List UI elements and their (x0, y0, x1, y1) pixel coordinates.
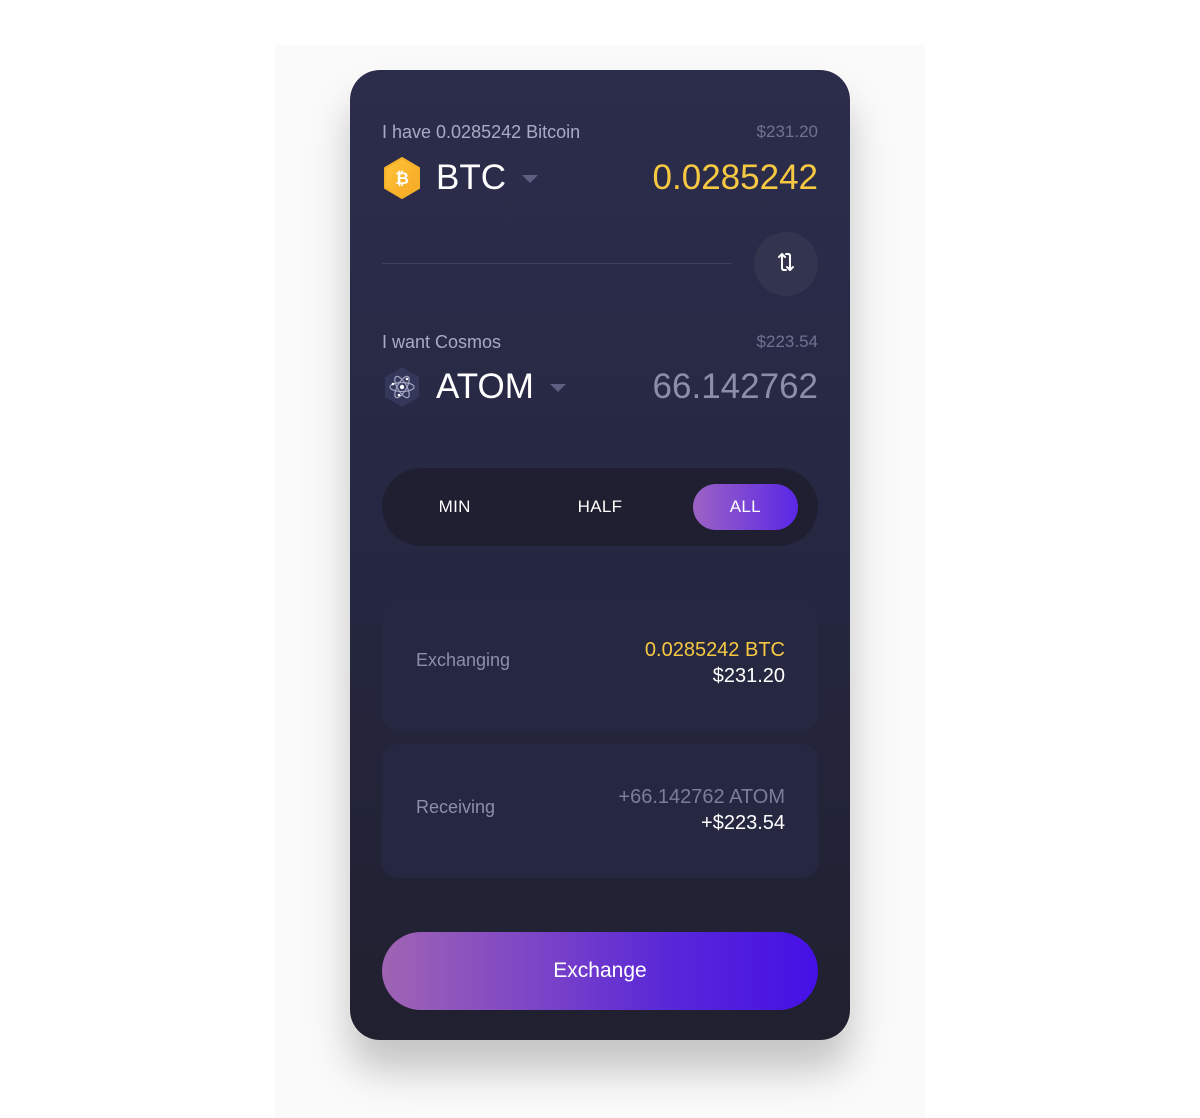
swap-button[interactable] (754, 232, 818, 296)
chevron-down-icon (522, 175, 538, 183)
exchange-button[interactable]: Exchange (382, 932, 818, 1010)
from-usd-value: $231.20 (756, 122, 818, 141)
from-balance-label: I have 0.0285242 Bitcoin (382, 122, 581, 142)
receiving-fiat-amount: +$223.54 (701, 812, 785, 834)
to-amount-value: 66.142762 (652, 367, 818, 406)
section-divider (382, 263, 732, 264)
min-option[interactable]: MIN (402, 484, 507, 530)
chevron-down-icon (549, 384, 566, 392)
to-ticker: ATOM (436, 367, 534, 406)
receiving-crypto-amount: +66.142762 ATOM (618, 786, 785, 808)
from-amount-input[interactable]: 0.0285242 (653, 158, 818, 198)
to-coin-selector[interactable]: ATOM (382, 365, 566, 409)
half-option[interactable]: HALF (547, 484, 652, 530)
swap-arrows-icon (773, 249, 799, 280)
from-coin-selector[interactable]: ₿ BTC (382, 156, 538, 200)
exchanging-summary: Exchanging 0.0285242 BTC $231.20 (382, 597, 818, 731)
to-coin-row: ATOM 66.142762 (382, 362, 818, 412)
all-option[interactable]: ALL (692, 484, 798, 530)
cosmos-atom-icon (382, 365, 422, 409)
to-usd-value: $223.54 (756, 332, 818, 351)
svg-text:₿: ₿ (395, 169, 409, 189)
amount-selector: MIN HALF ALL (382, 468, 818, 546)
from-ticker: BTC (436, 158, 506, 197)
from-coin-row: ₿ BTC 0.0285242 (382, 153, 818, 203)
exchanging-values: 0.0285242 BTC $231.20 (645, 637, 785, 689)
receiving-label: Receiving (416, 797, 496, 817)
exchanging-fiat-amount: $231.20 (712, 665, 785, 687)
receiving-summary: Receiving +66.142762 ATOM +$223.54 (382, 744, 818, 878)
exchanging-crypto-amount: 0.0285242 BTC (644, 639, 785, 661)
exchange-card: I have 0.0285242 Bitcoin $231.20 ₿ BTC 0… (350, 70, 850, 1040)
receiving-values: +66.142762 ATOM +$223.54 (618, 784, 785, 836)
exchanging-label: Exchanging (416, 650, 511, 670)
bitcoin-icon: ₿ (382, 156, 422, 200)
to-label: I want Cosmos (382, 332, 502, 352)
